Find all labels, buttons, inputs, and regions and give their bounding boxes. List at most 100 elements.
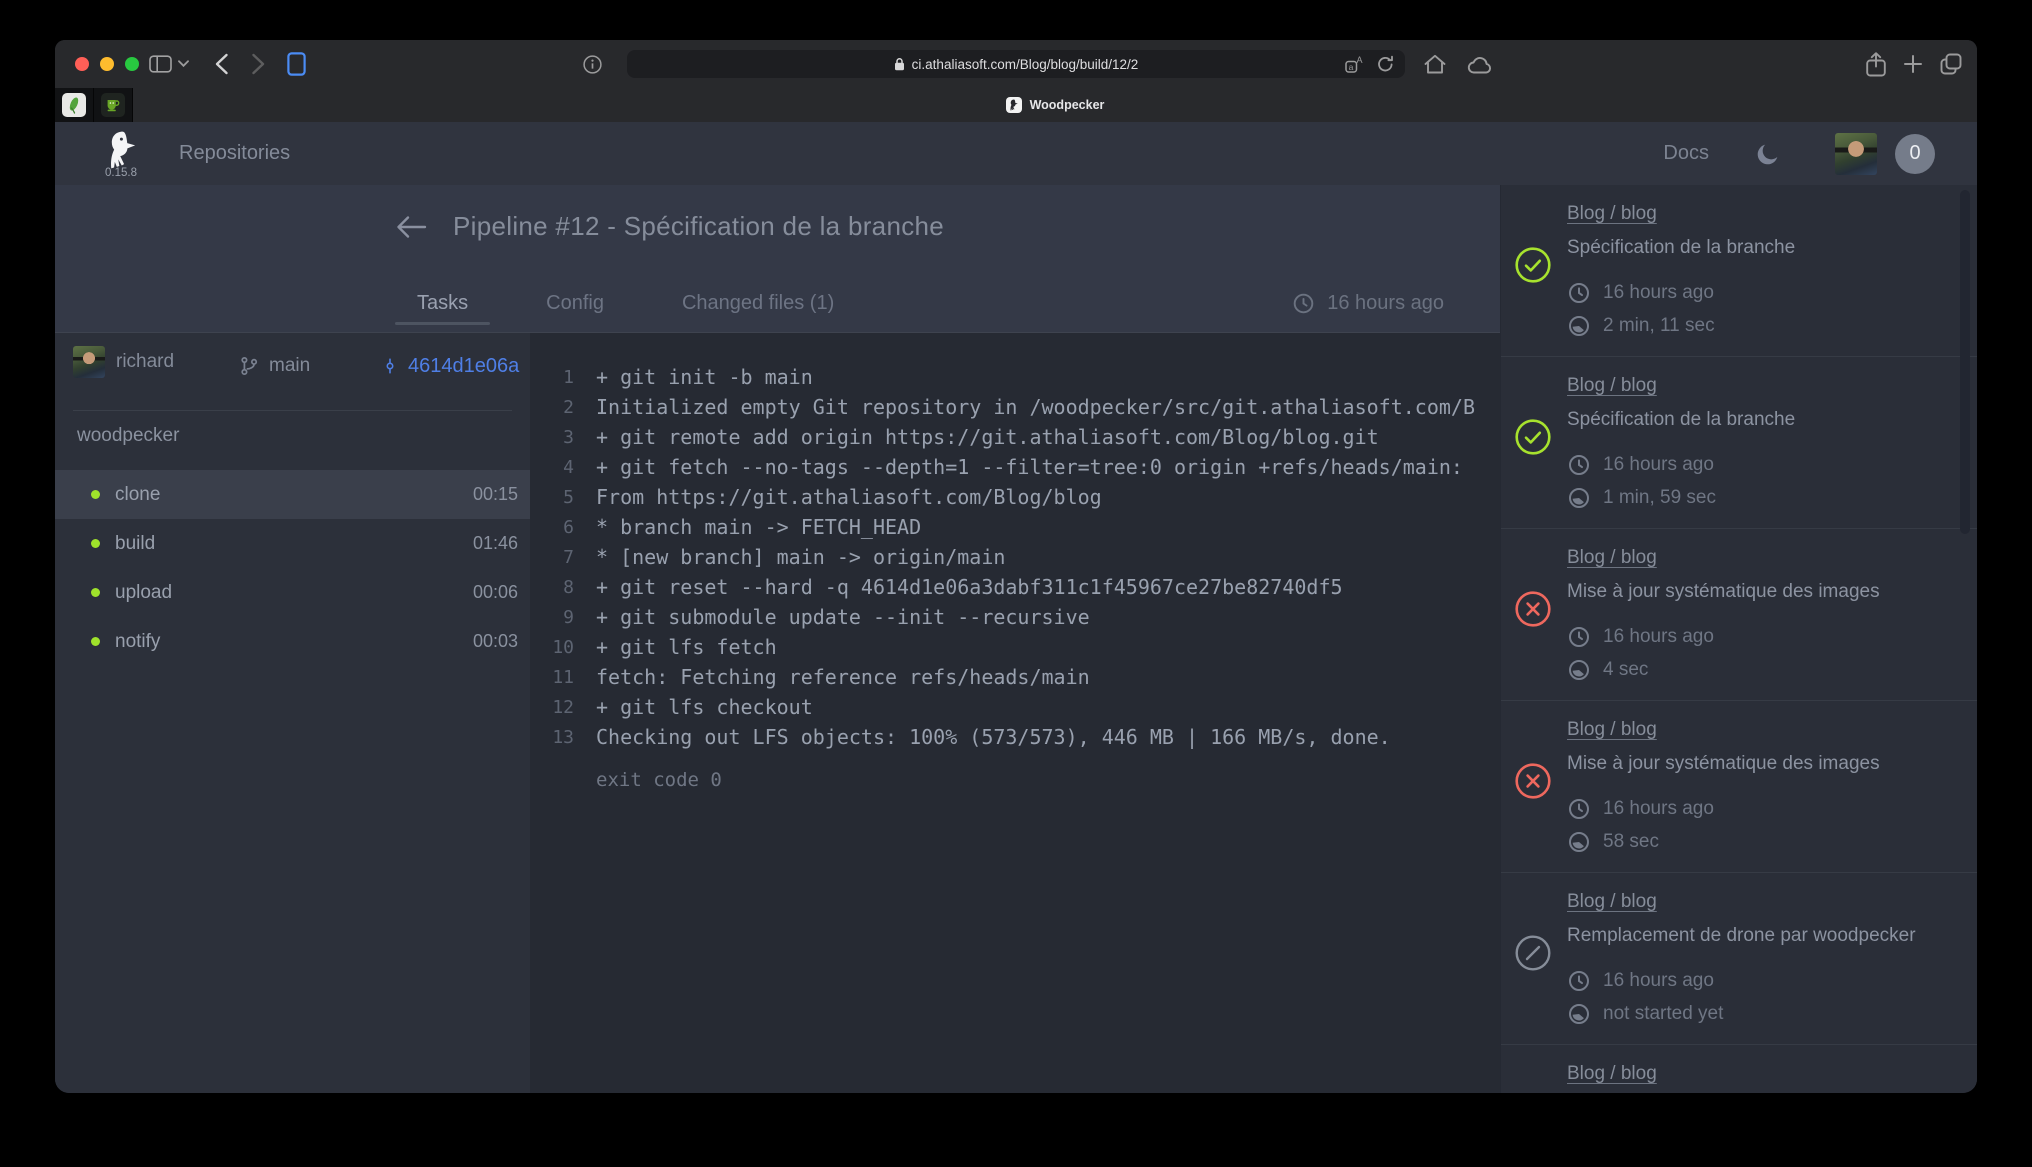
log-line: 2 Initialized empty Git repository in /w…: [530, 392, 1500, 422]
log-line: 13 Checking out LFS objects: 100% (573/5…: [530, 722, 1500, 752]
log-line-text: + git reset --hard -q 4614d1e06a3dabf311…: [596, 575, 1343, 599]
translate-icon[interactable]: aA: [1345, 55, 1364, 73]
forward-button[interactable]: [249, 53, 267, 75]
pipeline-list-item[interactable]: Blog / blog Mise à jour systématique des…: [1501, 701, 1977, 873]
home-icon[interactable]: [1423, 53, 1447, 75]
lock-icon: [894, 57, 905, 71]
nav-repositories[interactable]: Repositories: [179, 142, 290, 165]
step-status-dot: [91, 490, 100, 499]
browser-nav: [149, 40, 306, 88]
duration-icon: [1567, 830, 1591, 854]
step-row[interactable]: upload 00:06: [55, 568, 530, 617]
steps-panel: richard main 4614d1e06a woodpe: [55, 333, 530, 1093]
log-line: 11 fetch: Fetching reference refs/heads/…: [530, 662, 1500, 692]
step-status-dot: [91, 588, 100, 597]
duration-icon: [1567, 1002, 1591, 1026]
log-line-text: + git submodule update --init --recursiv…: [596, 605, 1090, 629]
pipeline-tab[interactable]: Changed files (1): [660, 274, 856, 332]
log-line-text: Initialized empty Git repository in /woo…: [596, 395, 1475, 419]
pipeline-list-item[interactable]: Blog / blog Spécification de la branche …: [1501, 185, 1977, 357]
tab-title: Woodpecker: [1030, 98, 1105, 112]
repo-link[interactable]: Blog / blog: [1567, 719, 1657, 741]
commit-message: Spécification de la branche: [1567, 409, 1957, 431]
pipeline-content: richard main 4614d1e06a woodpe: [55, 333, 1500, 1093]
log-line-number: 6: [530, 517, 596, 538]
log-line-number: 1: [530, 367, 596, 388]
teacup-icon: [101, 93, 125, 117]
docs-link[interactable]: Docs: [1663, 142, 1709, 165]
cloud-icon[interactable]: [1467, 55, 1494, 74]
moon-icon: [1755, 141, 1781, 167]
pipeline-created-time: 16 hours ago: [1292, 274, 1444, 332]
pipeline-list-item[interactable]: Blog / blog Spécification de la branche …: [1501, 357, 1977, 529]
clock-icon: [1567, 281, 1591, 305]
user-avatar[interactable]: [1835, 133, 1877, 175]
tab-overview-icon[interactable]: [1940, 53, 1962, 75]
woodpecker-logo[interactable]: 0.15.8: [97, 130, 145, 179]
app-version: 0.15.8: [105, 167, 137, 179]
repo-link[interactable]: Blog / blog: [1567, 891, 1657, 913]
header-right: Docs 0: [1663, 133, 1935, 175]
pipeline-header: Pipeline #12 - Spécification de la branc…: [55, 185, 1500, 333]
step-row[interactable]: clone 00:15: [55, 470, 530, 519]
close-window-button[interactable]: [75, 57, 89, 71]
pipeline-time: 16 hours ago: [1567, 453, 1957, 477]
notification-badge[interactable]: 0: [1895, 134, 1935, 174]
clock-icon: [1292, 292, 1315, 315]
zoom-window-button[interactable]: [125, 57, 139, 71]
start-page-icon[interactable]: [287, 52, 306, 76]
pipeline-duration: 2 min, 11 sec: [1567, 314, 1957, 338]
share-icon[interactable]: [1866, 52, 1886, 77]
pinned-tab-1[interactable]: [55, 88, 94, 122]
log-line-number: 10: [530, 637, 596, 658]
pipeline-list-sidebar: Blog / blog Spécification de la branche …: [1500, 185, 1977, 1093]
browser-window: ci.athaliasoft.com/Blog/blog/build/12/2 …: [55, 40, 1977, 1093]
svg-text:A: A: [1357, 55, 1363, 65]
failure-icon: [1514, 590, 1552, 628]
step-row[interactable]: notify 00:03: [55, 617, 530, 666]
pipeline-tab[interactable]: Tasks: [395, 274, 490, 332]
reload-icon[interactable]: [1377, 55, 1394, 73]
tab-woodpecker[interactable]: Woodpecker: [133, 88, 1977, 122]
repo-link[interactable]: Blog / blog: [1567, 1063, 1657, 1085]
leaf-icon: [62, 93, 86, 117]
commit-icon: [381, 354, 399, 378]
svg-text:a: a: [1349, 62, 1354, 72]
window-controls: [75, 57, 139, 71]
log-panel[interactable]: 1 + git init -b main 2 Initialized empty…: [530, 333, 1500, 1093]
commit-message: Mise à jour systématique des images: [1567, 753, 1957, 775]
pipeline-tab[interactable]: Config: [524, 274, 626, 332]
new-tab-icon[interactable]: [1903, 54, 1923, 74]
commit-hash-link[interactable]: 4614d1e06a: [381, 354, 519, 378]
commit-message: Mise à jour systématique des images: [1567, 581, 1957, 603]
minimize-window-button[interactable]: [100, 57, 114, 71]
log-line-text: + git remote add origin https://git.atha…: [596, 425, 1379, 449]
repo-link[interactable]: Blog / blog: [1567, 375, 1657, 397]
clock-icon: [1567, 969, 1591, 993]
info-icon[interactable]: [583, 55, 602, 74]
sidebar-scrollbar[interactable]: [1960, 190, 1970, 534]
back-button[interactable]: [213, 53, 231, 75]
log-line: 7 * [new branch] main -> origin/main: [530, 542, 1500, 572]
dark-mode-toggle[interactable]: [1755, 141, 1781, 167]
pipeline-duration: 4 sec: [1567, 658, 1957, 682]
repo-link[interactable]: Blog / blog: [1567, 203, 1657, 225]
log-line-text: From https://git.athaliasoft.com/Blog/bl…: [596, 485, 1102, 509]
step-name: notify: [115, 631, 160, 653]
step-name: upload: [115, 582, 172, 604]
pipeline-list-item[interactable]: Blog / blog Remplacement de drone par wo…: [1501, 873, 1977, 1045]
pipeline-list-item[interactable]: Blog / blog Mise à jour systématique des…: [1501, 529, 1977, 701]
step-row[interactable]: build 01:46: [55, 519, 530, 568]
address-bar-group: ci.athaliasoft.com/Blog/blog/build/12/2 …: [627, 50, 1405, 78]
author-avatar: [73, 346, 105, 378]
step-name: clone: [115, 484, 160, 506]
sidebar-toggle-icon[interactable]: [149, 55, 189, 73]
repo-link[interactable]: Blog / blog: [1567, 547, 1657, 569]
log-line: 6 * branch main -> FETCH_HEAD: [530, 512, 1500, 542]
back-arrow-icon[interactable]: [395, 214, 427, 240]
log-line-number: 3: [530, 427, 596, 448]
address-bar[interactable]: ci.athaliasoft.com/Blog/blog/build/12/2 …: [627, 50, 1405, 78]
pipeline-list-item[interactable]: Blog / blog Remplacement de drone par wo…: [1501, 1045, 1977, 1093]
pinned-tab-2[interactable]: [94, 88, 133, 122]
step-duration: 00:03: [473, 631, 518, 652]
